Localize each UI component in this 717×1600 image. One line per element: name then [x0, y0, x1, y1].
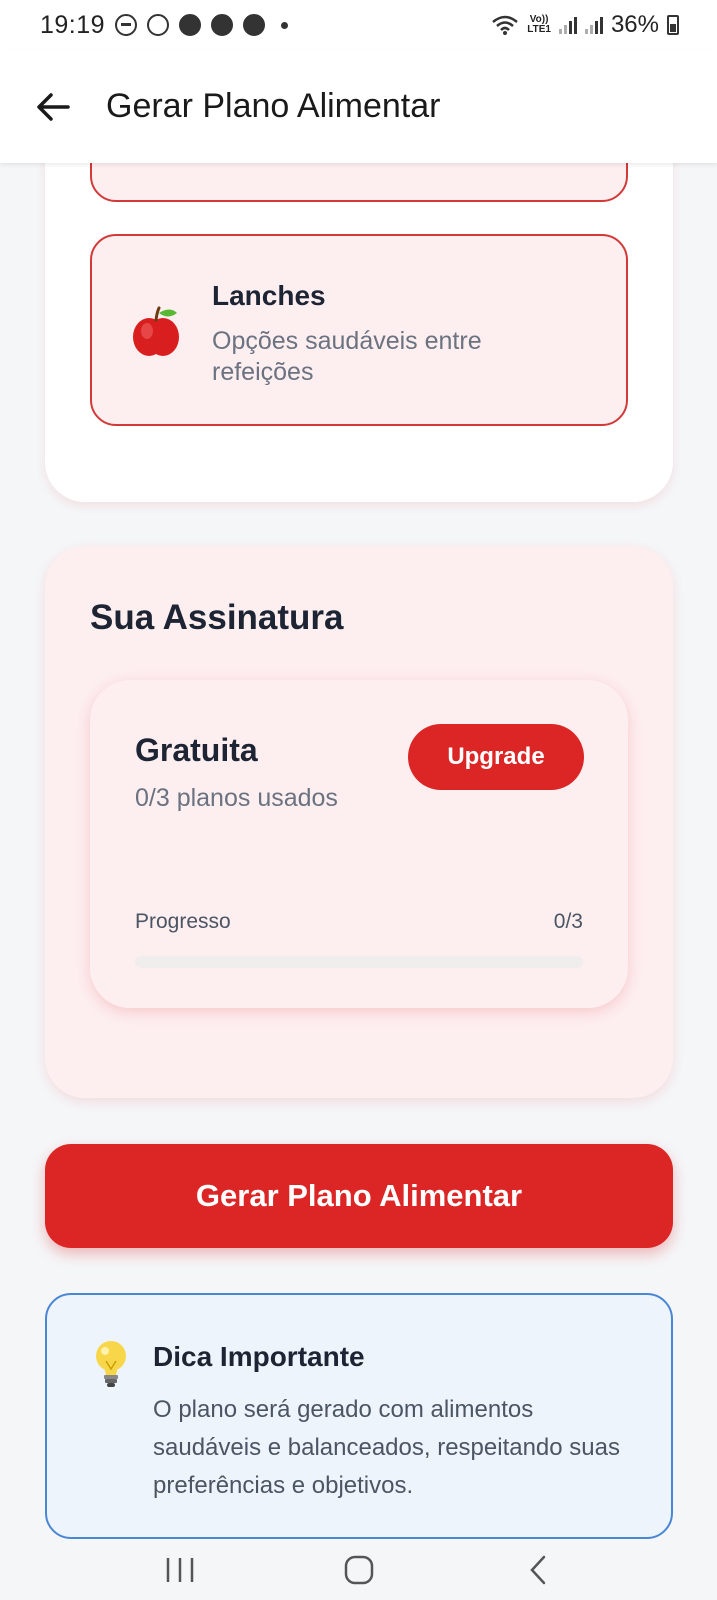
lightbulb-icon: [96, 1341, 126, 1387]
tip-card: Dica Importante O plano será gerado com …: [45, 1293, 673, 1539]
dot-icon: [281, 21, 289, 29]
subscription-title: Sua Assinatura: [90, 598, 344, 637]
whatsapp-icon: [147, 14, 170, 36]
recent-apps-icon: [166, 1558, 193, 1582]
progress-bar: [135, 956, 583, 968]
subscription-card: Sua Assinatura Gratuita 0/3 planos usado…: [45, 546, 673, 1098]
do-not-disturb-icon: [115, 14, 138, 36]
apple-icon: [133, 306, 179, 356]
discord-icon: [179, 14, 202, 36]
arrow-left-icon: [37, 92, 70, 121]
system-nav-bar: [0, 1540, 717, 1600]
lte-bottom: LTE1: [527, 24, 551, 35]
status-time: 19:19: [40, 10, 106, 39]
signal-icon: [558, 16, 577, 34]
home-button[interactable]: [329, 1548, 389, 1592]
status-right: Vo)) LTE1 36%: [491, 11, 679, 39]
wifi-icon: [492, 15, 519, 35]
chrome-icon: [211, 14, 234, 36]
battery-percent: 36%: [610, 11, 659, 38]
progress-label: Progresso: [135, 910, 231, 933]
status-left: 19:19: [40, 10, 289, 40]
upgrade-button[interactable]: Upgrade: [408, 724, 584, 790]
plan-usage: 0/3 planos usados: [135, 784, 338, 812]
status-bar: 19:19 Vo)) LTE1 36%: [0, 0, 717, 50]
meal-title: Lanches: [212, 280, 326, 311]
meal-description: Opções saudáveis entre refeições: [212, 327, 482, 386]
chrome-icon-2: [243, 14, 266, 36]
plan-card: Gratuita 0/3 planos usados Upgrade Progr…: [90, 680, 628, 1008]
back-button[interactable]: [28, 82, 78, 132]
app-bar: Gerar Plano Alimentar: [0, 50, 717, 163]
page-title: Gerar Plano Alimentar: [106, 87, 441, 125]
nav-back-button[interactable]: [508, 1548, 568, 1592]
progress-value: 0/3: [553, 910, 583, 933]
plan-name: Gratuita: [135, 732, 258, 768]
tip-title: Dica Importante: [153, 1341, 365, 1372]
meal-option-lanches[interactable]: Lanches Opções saudáveis entre refeições: [90, 234, 628, 426]
screen: 19:19 Vo)) LTE1 36% Gerar Plano Alimenta…: [0, 0, 717, 1600]
lte-indicator: Vo)) LTE1: [527, 15, 551, 35]
signal-icon-2: [584, 16, 603, 34]
back-icon: [529, 1555, 545, 1585]
generate-plan-button[interactable]: Gerar Plano Alimentar: [45, 1144, 673, 1248]
tip-text: O plano será gerado com alimentos saudáv…: [153, 1396, 620, 1499]
recent-apps-button[interactable]: [150, 1548, 210, 1592]
battery-icon: [667, 15, 679, 35]
home-icon: [344, 1555, 373, 1585]
